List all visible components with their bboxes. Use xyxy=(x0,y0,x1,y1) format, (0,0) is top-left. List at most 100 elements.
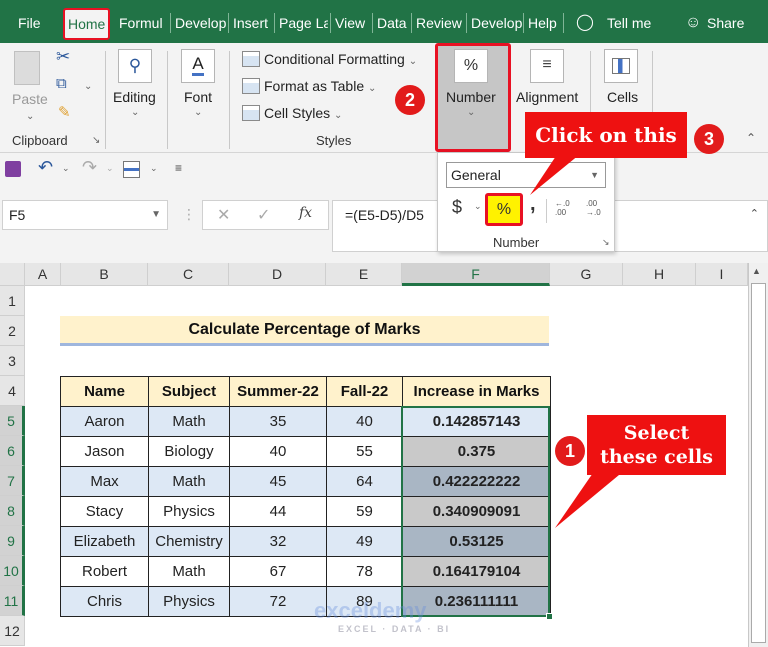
chevron-down-icon[interactable]: ⌄ xyxy=(194,107,202,118)
cell-increase[interactable]: 0.142857143 xyxy=(402,406,551,437)
row-header-2[interactable]: 2 xyxy=(0,316,25,346)
cell-summer[interactable]: 67 xyxy=(229,556,327,587)
tab-home[interactable]: Home xyxy=(63,8,111,40)
cell-subject[interactable]: Math xyxy=(148,466,230,497)
fill-handle[interactable] xyxy=(546,613,553,620)
cell-subject[interactable]: Physics xyxy=(148,496,230,527)
tab-developer-2[interactable]: Develop xyxy=(466,12,522,34)
alignment-button[interactable]: Alignment xyxy=(516,89,578,105)
tab-formulas[interactable]: Formul xyxy=(119,12,169,34)
cell-name[interactable]: Max xyxy=(60,466,149,497)
tab-file[interactable]: File xyxy=(18,12,41,34)
cell-fall[interactable]: 64 xyxy=(326,466,403,497)
cell-increase[interactable]: 0.375 xyxy=(402,436,551,467)
percent-icon[interactable]: % xyxy=(454,49,488,83)
cell-summer[interactable]: 35 xyxy=(229,406,327,437)
column-header-h[interactable]: H xyxy=(623,263,696,286)
cell-fall[interactable]: 55 xyxy=(326,436,403,467)
chevron-down-icon[interactable]: ⌄ xyxy=(131,107,139,118)
editing-icon[interactable]: ⚲ xyxy=(118,49,152,83)
drag-handle-icon[interactable]: ⋮ xyxy=(182,206,196,223)
tab-view[interactable]: View xyxy=(330,12,370,34)
header-increase-in-marks[interactable]: Increase in Marks xyxy=(402,376,551,407)
redo-dropdown[interactable]: ⌄ xyxy=(106,163,114,174)
tell-me-search[interactable]: Tell me xyxy=(607,12,651,34)
header-summer-22[interactable]: Summer-22 xyxy=(229,376,327,407)
cell-summer[interactable]: 40 xyxy=(229,436,327,467)
increase-decimal-button[interactable]: ←.0 .00 xyxy=(555,199,575,217)
cell-increase[interactable]: 0.340909091 xyxy=(402,496,551,527)
collapse-formula-icon[interactable]: ⌃ xyxy=(750,207,759,220)
number-button[interactable]: Number xyxy=(446,89,496,105)
column-header-e[interactable]: E xyxy=(326,263,402,286)
cell-summer[interactable]: 45 xyxy=(229,466,327,497)
chevron-down-icon[interactable]: ⌄ xyxy=(467,107,475,118)
cell-increase[interactable]: 0.164179104 xyxy=(402,556,551,587)
dialog-launcher-icon[interactable]: ↘ xyxy=(92,135,100,146)
tab-data[interactable]: Data xyxy=(372,12,412,34)
undo-dropdown[interactable]: ⌄ xyxy=(62,163,70,174)
dialog-launcher-icon[interactable]: ↘ xyxy=(602,237,610,248)
column-header-c[interactable]: C xyxy=(148,263,229,286)
scrollbar-thumb[interactable] xyxy=(751,283,766,643)
cell-summer[interactable]: 32 xyxy=(229,526,327,557)
cell-fall[interactable]: 59 xyxy=(326,496,403,527)
collapse-ribbon-icon[interactable]: ⌃ xyxy=(746,131,756,145)
header-subject[interactable]: Subject xyxy=(148,376,230,407)
row-header-10[interactable]: 10 xyxy=(0,556,25,586)
cell-summer[interactable]: 44 xyxy=(229,496,327,527)
scroll-up-arrow-icon[interactable]: ▲ xyxy=(752,266,761,276)
column-header-g[interactable]: G xyxy=(550,263,623,286)
cell-increase[interactable]: 0.422222222 xyxy=(402,466,551,497)
cells-icon[interactable] xyxy=(604,49,638,83)
enter-icon[interactable]: ✓ xyxy=(257,205,270,225)
undo-icon[interactable]: ↶ xyxy=(38,157,53,178)
share-button[interactable]: Share xyxy=(707,12,744,34)
cell-subject[interactable]: Biology xyxy=(148,436,230,467)
cells-button[interactable]: Cells xyxy=(607,89,638,105)
cell-fall[interactable]: 49 xyxy=(326,526,403,557)
paste-icon[interactable] xyxy=(14,51,40,85)
cell-subject[interactable]: Math xyxy=(148,556,230,587)
cell-increase[interactable]: 0.53125 xyxy=(402,526,551,557)
tab-insert[interactable]: Insert xyxy=(228,12,272,34)
cell-summer[interactable]: 72 xyxy=(229,586,327,617)
save-icon[interactable] xyxy=(5,161,21,177)
cancel-icon[interactable]: ✕ xyxy=(217,205,230,225)
format-as-table-button[interactable]: Format as Table ⌄ xyxy=(242,75,376,97)
cell-name[interactable]: Jason xyxy=(60,436,149,467)
tab-page-layout[interactable]: Page La xyxy=(274,12,328,34)
column-header-b[interactable]: B xyxy=(61,263,148,286)
paste-button[interactable]: Paste xyxy=(12,91,48,107)
borders-icon[interactable] xyxy=(123,161,140,178)
cell-name[interactable]: Stacy xyxy=(60,496,149,527)
header-fall-22[interactable]: Fall-22 xyxy=(326,376,403,407)
column-header-d[interactable]: D xyxy=(229,263,326,286)
font-button[interactable]: Font xyxy=(184,89,212,105)
cut-icon[interactable]: ✂ xyxy=(56,47,70,67)
percent-style-button[interactable]: % xyxy=(485,193,523,226)
header-name[interactable]: Name xyxy=(60,376,149,407)
currency-dropdown[interactable]: ⌄ xyxy=(474,201,482,212)
cell-subject[interactable]: Physics xyxy=(148,586,230,617)
tab-developer[interactable]: Develop xyxy=(170,12,226,34)
cell-name[interactable]: Aaron xyxy=(60,406,149,437)
row-header-4[interactable]: 4 xyxy=(0,376,25,406)
cell-subject[interactable]: Math xyxy=(148,406,230,437)
vertical-scrollbar[interactable]: ▲ xyxy=(748,263,768,647)
chevron-down-icon[interactable]: ⌄ xyxy=(26,111,34,122)
decrease-decimal-button[interactable]: .00 →.0 xyxy=(586,199,606,217)
row-header-11[interactable]: 11 xyxy=(0,586,25,616)
sheet-title[interactable]: Calculate Percentage of Marks xyxy=(60,316,549,346)
currency-button[interactable]: $ xyxy=(452,197,462,218)
cell-subject[interactable]: Chemistry xyxy=(148,526,230,557)
column-header-i[interactable]: I xyxy=(696,263,748,286)
row-header-6[interactable]: 6 xyxy=(0,436,25,466)
row-header-1[interactable]: 1 xyxy=(0,286,25,316)
font-icon[interactable]: A xyxy=(181,49,215,83)
select-all-corner[interactable] xyxy=(0,263,25,286)
row-header-12[interactable]: 12 xyxy=(0,616,25,646)
alignment-icon[interactable]: ≡ xyxy=(530,49,564,83)
column-header-f[interactable]: F xyxy=(402,263,550,286)
chevron-down-icon[interactable]: ⌄ xyxy=(84,81,92,92)
